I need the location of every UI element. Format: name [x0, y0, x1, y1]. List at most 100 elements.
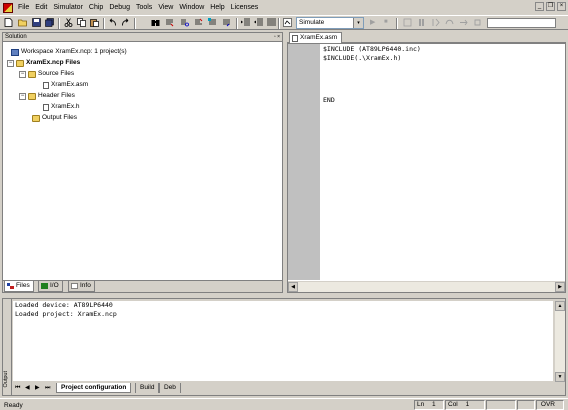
redo-icon[interactable] [121, 18, 130, 27]
close-button[interactable]: × [557, 2, 566, 11]
mdi-controls: _ ❐ × [535, 2, 566, 11]
save-icon[interactable] [32, 18, 41, 27]
bookmark-icon[interactable] [208, 18, 217, 27]
column-label: Col [448, 401, 458, 408]
indent-icon[interactable] [241, 18, 250, 27]
output-text[interactable]: Loaded device: AT89LP6440 Loaded project:… [13, 301, 553, 381]
output-line: Loaded project: XramEx.ncp [15, 309, 117, 318]
prev-tab-icon[interactable]: ◀ [25, 384, 30, 393]
tab-io[interactable]: I/O [38, 281, 63, 292]
menu-debug[interactable]: Debug [106, 1, 133, 14]
output-vertical-scrollbar[interactable]: ▲ ▼ [555, 301, 565, 382]
overwrite-indicator: OVR [536, 400, 564, 410]
build-mode-icon [283, 18, 292, 27]
code-editor[interactable]: $INCLUDE (AT89LP6440.inc) $INCLUDE(.\Xram… [287, 43, 566, 293]
workspace-icon [11, 48, 19, 56]
scroll-up-icon[interactable]: ▲ [555, 301, 565, 311]
find-in-files-icon[interactable] [180, 18, 189, 27]
first-tab-icon[interactable]: ⏮ [15, 384, 20, 393]
collapse-icon[interactable]: − [19, 92, 26, 100]
toolbar-separator [103, 18, 105, 29]
folder-icon [28, 92, 36, 100]
tree-project-label: XramEx.ncp Files [26, 59, 81, 66]
find-next-icon[interactable] [165, 18, 174, 27]
menu-help[interactable]: Help [207, 1, 227, 14]
scroll-right-icon[interactable]: ▶ [555, 282, 565, 292]
last-tab-icon[interactable]: ⏭ [45, 384, 50, 393]
line-value: 1 [432, 401, 436, 408]
asm-file-icon [292, 34, 298, 42]
save-all-icon[interactable] [45, 18, 54, 27]
tree-header-folder-label: Header Files [38, 92, 75, 99]
minimize-button[interactable]: _ [535, 2, 544, 11]
next-tab-icon[interactable]: ▶ [35, 384, 40, 393]
solution-pane-buttons[interactable]: ▫ × [274, 34, 280, 40]
open-folder-icon[interactable] [18, 18, 27, 27]
step-into-icon[interactable] [431, 18, 440, 27]
tab-files[interactable]: Files [4, 281, 34, 292]
tab-debug[interactable]: Deb [159, 383, 181, 393]
step-over-icon[interactable] [445, 18, 454, 27]
menu-file[interactable]: File [15, 1, 32, 14]
menu-chip[interactable]: Chip [86, 1, 106, 14]
find-icon[interactable] [151, 18, 160, 27]
menu-edit[interactable]: Edit [32, 1, 50, 14]
toolbar-search-field[interactable] [487, 18, 556, 28]
code-line: ​ [323, 79, 421, 88]
step-icon[interactable] [403, 18, 412, 27]
menu-tools[interactable]: Tools [133, 1, 155, 14]
status-bar: Ready Ln 1 Col 1 OVR [0, 398, 568, 410]
paste-icon[interactable] [90, 18, 99, 27]
reset-icon[interactable] [473, 18, 482, 27]
toolbar-separator [236, 18, 238, 29]
step-out-icon[interactable] [459, 18, 468, 27]
tree-workspace-label: Workspace XramEx.ncp: 1 project(s) [21, 48, 127, 55]
prev-bookmark-icon[interactable] [222, 18, 231, 27]
undo-icon[interactable] [108, 18, 117, 27]
menu-view[interactable]: View [155, 1, 176, 14]
code-line: ​ [323, 71, 421, 80]
collapse-icon[interactable]: − [7, 59, 14, 67]
outdent-icon[interactable] [254, 18, 263, 27]
toolbar: Simulate ▾ ▶ ■ [0, 15, 568, 30]
mode-select[interactable]: Simulate ▾ [296, 17, 364, 29]
tree-header-file[interactable]: XramEx.h [43, 102, 80, 112]
scroll-down-icon[interactable]: ▼ [555, 372, 565, 382]
new-file-icon[interactable] [4, 18, 13, 27]
tree-header-folder[interactable]: − Header Files [19, 91, 75, 101]
tree-project[interactable]: − XramEx.ncp Files [7, 58, 80, 68]
align-icon[interactable] [267, 18, 276, 27]
folder-icon [32, 114, 40, 122]
run-icon[interactable]: ▶ [370, 18, 379, 27]
replace-icon[interactable] [194, 18, 203, 27]
tree-source-folder[interactable]: − Source Files [19, 69, 74, 79]
tree-output-folder[interactable]: Output Files [32, 113, 77, 123]
tab-build[interactable]: Build [135, 383, 160, 393]
collapse-icon[interactable]: − [19, 70, 26, 78]
status-message: Ready [4, 402, 23, 409]
folder-icon [28, 70, 36, 78]
tab-project-configuration[interactable]: Project configuration [56, 383, 132, 393]
code-text[interactable]: $INCLUDE (AT89LP6440.inc) $INCLUDE(.\Xram… [323, 45, 421, 105]
pause-icon[interactable] [417, 18, 426, 27]
code-line: ​ [323, 62, 421, 71]
cut-icon[interactable] [64, 18, 73, 27]
menu-window[interactable]: Window [176, 1, 207, 14]
tree-header-file-label: XramEx.h [51, 103, 80, 110]
chevron-down-icon[interactable]: ▾ [353, 18, 363, 28]
restore-button[interactable]: ❐ [546, 2, 555, 11]
tree-source-file[interactable]: XramEx.asm [43, 80, 88, 90]
output-tabs: ⏮ ◀ ▶ ⏭ Project configuration Build Deb [13, 383, 553, 394]
copy-icon[interactable] [77, 18, 86, 27]
scroll-left-icon[interactable]: ◀ [288, 282, 298, 292]
tab-info[interactable]: Info [68, 281, 95, 292]
tree-output-folder-label: Output Files [42, 114, 78, 121]
tree-workspace[interactable]: Workspace XramEx.ncp: 1 project(s) [11, 47, 127, 57]
editor-gutter[interactable] [288, 44, 320, 280]
menu-licenses[interactable]: Licenses [228, 1, 262, 14]
menu-simulator[interactable]: Simulator [50, 1, 86, 14]
stop-icon[interactable]: ■ [384, 18, 393, 27]
tab-io-label: I/O [50, 282, 59, 289]
editor-tab[interactable]: XramEx.asm [289, 32, 343, 43]
editor-horizontal-scrollbar[interactable]: ◀ ▶ [288, 281, 565, 292]
